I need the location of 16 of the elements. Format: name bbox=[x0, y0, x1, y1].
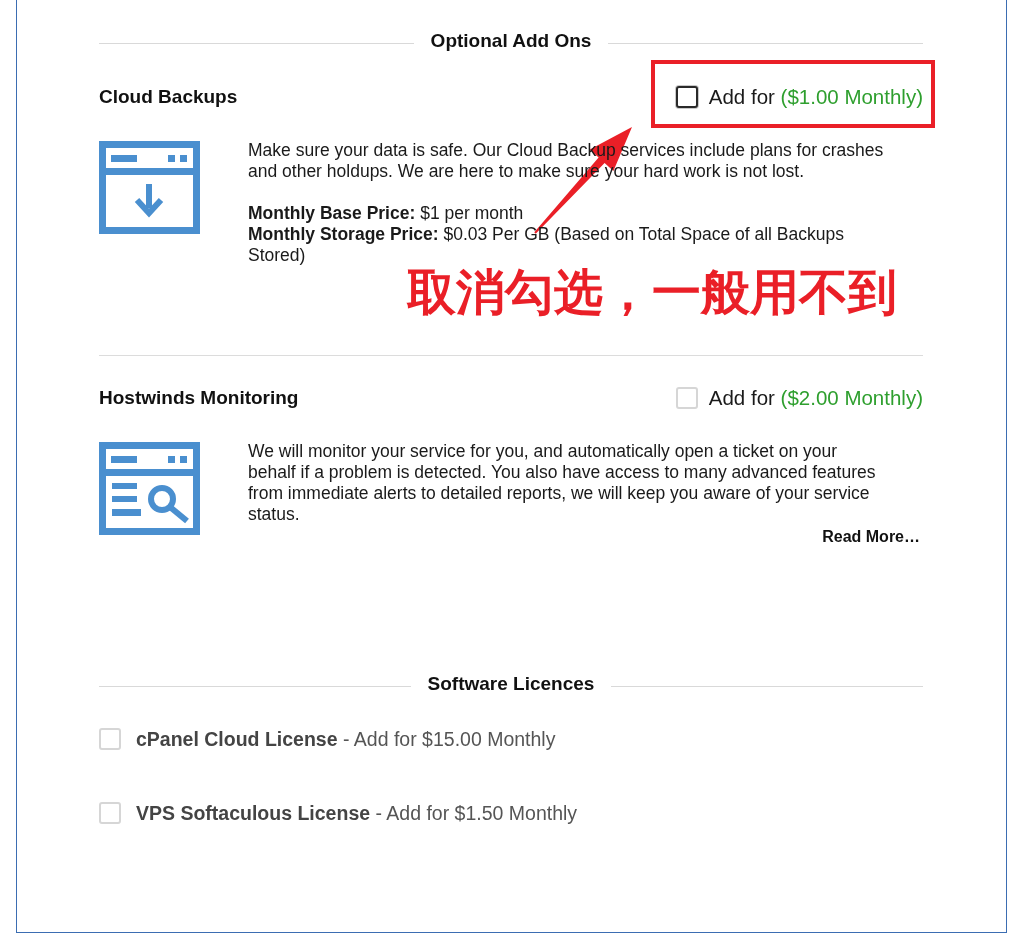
add-price-label[interactable]: Add for ($2.00 Monthly) bbox=[708, 386, 923, 410]
addon-title: Cloud Backups bbox=[99, 86, 238, 108]
download-window-icon bbox=[99, 141, 200, 234]
description-text: We will monitor your service for you, and automatically open a ticket on your behalf if a problem is detected. You also have access to many advanced features from immediate alerts to detailed reports, we will keep you aware of your service status. bbox=[248, 441, 877, 525]
add-price-label[interactable]: Add for ($1.00 Monthly) bbox=[708, 85, 923, 109]
section-title: Software Licences bbox=[426, 672, 596, 696]
read-more-link[interactable]: Read More… bbox=[822, 526, 920, 547]
price-detail: Monthly Base Price: $1 per month bbox=[248, 203, 525, 224]
checkbox[interactable] bbox=[675, 86, 698, 108]
price-detail: Monthly Storage Price: $0.03 Per GB (Based on Total Space of all Backups Stored) bbox=[248, 224, 845, 266]
annotation-text: 取消勾选，一般用不到 bbox=[407, 264, 897, 320]
licence-label[interactable]: VPS Softaculous License - Add for $1.50 Monthly bbox=[136, 801, 578, 825]
addon-title: Hostwinds Monitoring bbox=[99, 387, 299, 409]
licence-label[interactable]: cPanel Cloud License - Add for $15.00 Monthly bbox=[136, 727, 556, 751]
search-window-icon bbox=[99, 442, 200, 535]
section-title: Optional Add Ons bbox=[429, 29, 593, 53]
